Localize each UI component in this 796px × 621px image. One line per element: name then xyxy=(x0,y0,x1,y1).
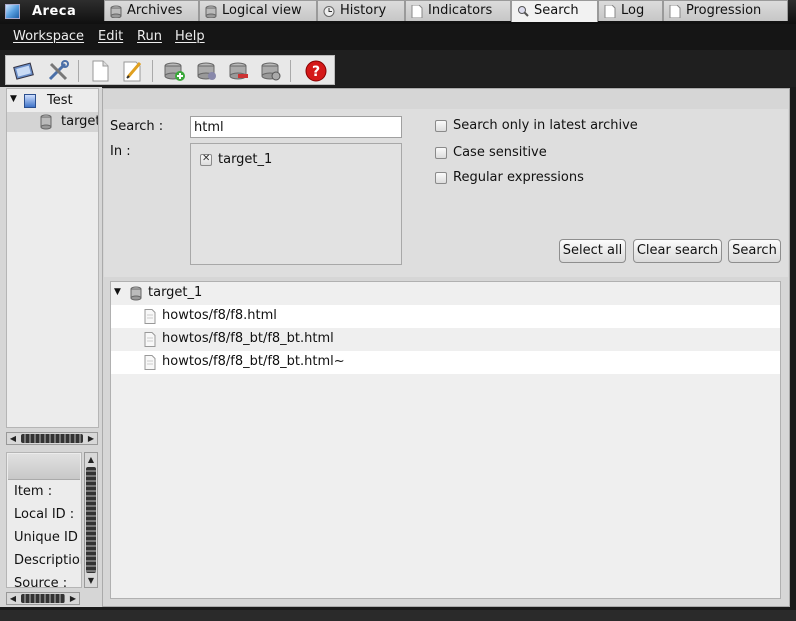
workspace-tree: ▼ Test target_1 xyxy=(6,88,99,428)
tab-indicators[interactable]: Indicators xyxy=(405,0,511,21)
properties-panel: Item : Local ID : Unique ID : Descriptio… xyxy=(6,452,82,588)
file-icon xyxy=(144,332,156,347)
tree-horizontal-scrollbar[interactable]: ◀ ▶ xyxy=(6,432,98,445)
document-icon xyxy=(411,5,423,18)
result-file-label: howtos/f8/f8_bt/f8_bt.html~ xyxy=(162,354,345,369)
scroll-left-icon[interactable]: ◀ xyxy=(8,433,18,444)
scrollbar-thumb[interactable] xyxy=(21,434,83,443)
tab-label: Logical view xyxy=(222,3,302,18)
magnifier-icon xyxy=(518,6,529,17)
in-label: In : xyxy=(110,144,131,159)
window-title: Areca xyxy=(32,4,77,19)
scroll-right-icon[interactable]: ▶ xyxy=(68,593,78,604)
search-input[interactable] xyxy=(190,116,402,138)
prop-local-id-label: Local ID : xyxy=(14,507,75,522)
scrollbar-thumb[interactable] xyxy=(21,594,65,603)
result-file-label: howtos/f8/f8.html xyxy=(162,308,277,323)
properties-vertical-scrollbar[interactable]: ▲ ▼ xyxy=(84,452,98,588)
menu-help[interactable]: Help xyxy=(175,29,205,44)
tab-progression[interactable]: Progression xyxy=(663,0,788,21)
prop-unique-id-label: Unique ID : xyxy=(14,530,82,545)
database-icon xyxy=(130,286,142,305)
database-icon xyxy=(40,114,52,134)
target-checkbox[interactable] xyxy=(200,153,212,166)
backup-icon[interactable] xyxy=(194,59,218,83)
search-button[interactable]: Search xyxy=(728,239,781,263)
prop-source-label: Source : xyxy=(14,576,68,588)
merge-icon[interactable] xyxy=(258,59,282,83)
properties-header xyxy=(8,454,80,480)
regex-checkbox[interactable] xyxy=(435,172,447,184)
target-checkbox-label: target_1 xyxy=(218,152,273,167)
prop-item-label: Item : xyxy=(14,484,53,499)
tab-label: Search xyxy=(534,3,579,18)
toolbar-separator xyxy=(78,60,79,82)
result-root-row[interactable]: ▼ target_1 xyxy=(111,282,780,305)
result-root-label: target_1 xyxy=(148,285,203,300)
areca-app-icon xyxy=(5,4,20,19)
case-sensitive-label: Case sensitive xyxy=(453,145,547,160)
tab-label: Archives xyxy=(127,3,183,18)
tree-target-label: target_1 xyxy=(61,114,98,129)
add-target-icon[interactable] xyxy=(162,59,186,83)
menu-edit[interactable]: Edit xyxy=(98,29,123,44)
svg-text:?: ? xyxy=(312,64,320,80)
tab-label: Progression xyxy=(686,3,762,18)
tree-item-group[interactable]: ▼ Test xyxy=(7,91,98,111)
tab-label: History xyxy=(340,3,387,18)
file-icon xyxy=(144,309,156,324)
tab-label: Indicators xyxy=(428,3,493,18)
scroll-right-icon[interactable]: ▶ xyxy=(86,433,96,444)
database-icon xyxy=(205,5,217,18)
expand-arrow-icon[interactable]: ▼ xyxy=(10,94,17,104)
new-document-icon[interactable] xyxy=(88,59,112,83)
group-icon xyxy=(24,94,36,108)
latest-archive-checkbox[interactable] xyxy=(435,120,447,132)
result-file-row[interactable]: howtos/f8/f8_bt/f8_bt.html xyxy=(111,328,780,351)
edit-document-icon[interactable] xyxy=(120,59,144,83)
remove-icon[interactable] xyxy=(226,59,250,83)
clear-search-button[interactable]: Clear search xyxy=(633,239,722,263)
tab-log[interactable]: Log xyxy=(598,0,663,21)
search-label: Search : xyxy=(110,119,164,134)
menu-workspace[interactable]: Workspace xyxy=(13,29,84,44)
scrollbar-thumb[interactable] xyxy=(86,467,96,573)
tools-icon[interactable] xyxy=(46,59,70,83)
regex-label: Regular expressions xyxy=(453,170,584,185)
latest-archive-label: Search only in latest archive xyxy=(453,118,638,133)
result-file-label: howtos/f8/f8_bt/f8_bt.html xyxy=(162,331,334,346)
expand-arrow-icon[interactable]: ▼ xyxy=(114,287,121,297)
result-file-row[interactable]: howtos/f8/f8.html xyxy=(111,305,780,328)
menu-bar: Workspace Edit Run Help xyxy=(0,24,796,50)
case-sensitive-checkbox[interactable] xyxy=(435,147,447,159)
tab-logical-view[interactable]: Logical view xyxy=(199,0,317,21)
tree-item-target[interactable]: target_1 xyxy=(7,112,98,132)
search-results-tree: ▼ target_1 howtos/f8/f8.html howtos/f8/f… xyxy=(110,281,781,599)
tab-history[interactable]: History xyxy=(317,0,405,21)
clock-icon xyxy=(323,6,335,17)
toolbar-separator xyxy=(290,60,291,82)
target-selection-list: target_1 xyxy=(190,143,402,265)
properties-horizontal-scrollbar[interactable]: ◀ ▶ xyxy=(6,592,80,605)
tab-search[interactable]: Search xyxy=(511,0,598,22)
document-icon xyxy=(669,5,681,18)
menu-run[interactable]: Run xyxy=(137,29,162,44)
scroll-down-icon[interactable]: ▼ xyxy=(86,575,96,586)
document-icon xyxy=(604,5,616,18)
select-all-button[interactable]: Select all xyxy=(559,239,626,263)
scroll-left-icon[interactable]: ◀ xyxy=(8,593,18,604)
tree-group-label: Test xyxy=(47,93,73,108)
toolbar: ? xyxy=(5,55,335,85)
tab-archives[interactable]: Archives xyxy=(104,0,199,21)
file-icon xyxy=(144,355,156,370)
database-icon xyxy=(110,5,122,18)
scroll-up-icon[interactable]: ▲ xyxy=(86,454,96,465)
help-icon[interactable]: ? xyxy=(304,59,328,83)
prop-description-label: Description : xyxy=(14,553,82,568)
workspace-icon[interactable] xyxy=(12,59,36,83)
tab-label: Log xyxy=(621,3,645,18)
toolbar-separator xyxy=(152,60,153,82)
result-file-row[interactable]: howtos/f8/f8_bt/f8_bt.html~ xyxy=(111,351,780,374)
window-bottom-border xyxy=(0,610,796,621)
